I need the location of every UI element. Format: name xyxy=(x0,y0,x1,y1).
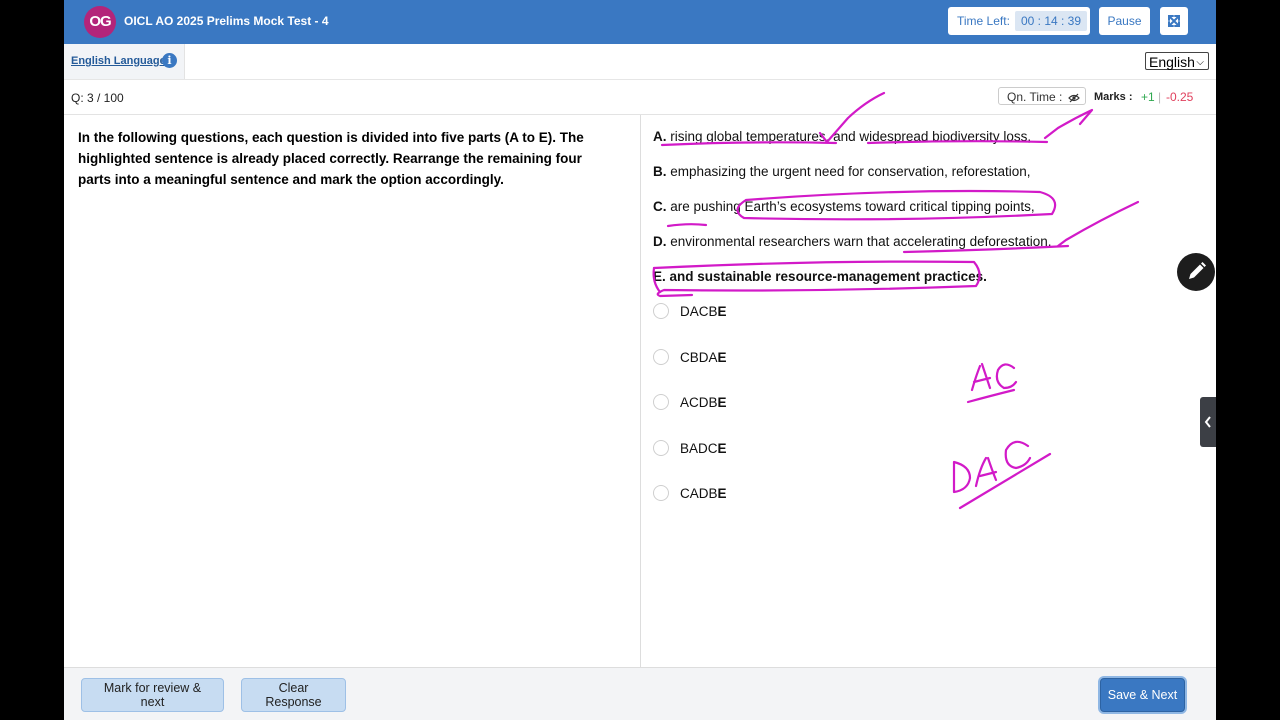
language-selected-value: English xyxy=(1149,54,1195,70)
brand-logo: OG xyxy=(84,6,116,38)
marks-separator: | xyxy=(1158,90,1162,104)
sentence-part-d: D. environmental researchers warn that a… xyxy=(653,234,1052,249)
section-name[interactable]: English Language xyxy=(71,55,166,67)
exam-window: OG OICL AO 2025 Prelims Mock Test - 4 Ti… xyxy=(64,0,1216,720)
question-time-toggle[interactable]: Qn. Time : xyxy=(998,87,1086,105)
sentence-part-c: C. are pushing Earth’s ecosystems toward… xyxy=(653,199,1035,214)
pause-button[interactable]: Pause xyxy=(1099,7,1150,35)
clear-response-button[interactable]: Clear Response xyxy=(241,678,346,712)
question-directions: In the following questions, each questio… xyxy=(78,130,584,187)
fullscreen-button[interactable] xyxy=(1160,7,1188,35)
side-panel-toggle[interactable] xyxy=(1200,397,1216,447)
option-radio[interactable] xyxy=(653,394,669,410)
time-left-label: Time Left: xyxy=(957,14,1010,28)
section-tab-english[interactable]: English Language i xyxy=(64,44,185,79)
save-next-button[interactable]: Save & Next xyxy=(1100,678,1185,712)
bottom-action-bar: Mark for review & next Clear Response Sa… xyxy=(64,667,1216,720)
fullscreen-icon xyxy=(1168,15,1180,27)
pencil-icon xyxy=(1189,262,1206,279)
chevron-left-icon xyxy=(1204,416,1211,428)
info-icon[interactable]: i xyxy=(162,53,177,68)
question-panel: In the following questions, each questio… xyxy=(64,115,641,667)
negative-marks: -0.25 xyxy=(1166,90,1194,104)
test-title: OICL AO 2025 Prelims Mock Test - 4 xyxy=(124,14,329,28)
qn-time-label: Qn. Time : xyxy=(1007,90,1063,104)
sentence-part-b: B. emphasizing the urgent need for conse… xyxy=(653,164,1031,179)
sentence-part-a: A. rising global temperatures, and wides… xyxy=(653,129,1032,144)
option-radio[interactable] xyxy=(653,485,669,501)
section-row: English Language i xyxy=(64,44,1216,80)
eye-off-icon xyxy=(1067,93,1080,103)
positive-marks: +1 xyxy=(1141,90,1155,104)
option-radio[interactable] xyxy=(653,440,669,456)
question-number: Q: 3 / 100 xyxy=(71,91,124,105)
option-radio[interactable] xyxy=(653,303,669,319)
language-select[interactable]: English ⌵ xyxy=(1145,52,1209,70)
question-info-bar: Q: 3 / 100 Qn. Time : Marks : +1 | -0.25 xyxy=(64,80,1216,115)
time-left-value: 00 : 14 : 39 xyxy=(1015,11,1087,31)
top-bar: OG OICL AO 2025 Prelims Mock Test - 4 Ti… xyxy=(64,0,1216,44)
annotate-pencil-button[interactable] xyxy=(1177,253,1215,291)
sentence-part-e-highlighted: E. and sustainable resource-management p… xyxy=(653,269,987,284)
time-left-box: Time Left: 00 : 14 : 39 xyxy=(948,7,1090,35)
answer-panel: A. rising global temperatures, and wides… xyxy=(653,129,1052,501)
mark-review-next-button[interactable]: Mark for review & next xyxy=(81,678,224,712)
option-radio[interactable] xyxy=(653,349,669,365)
chevron-down-icon: ⌵ xyxy=(1196,57,1204,68)
marks-label: Marks : xyxy=(1094,91,1133,103)
